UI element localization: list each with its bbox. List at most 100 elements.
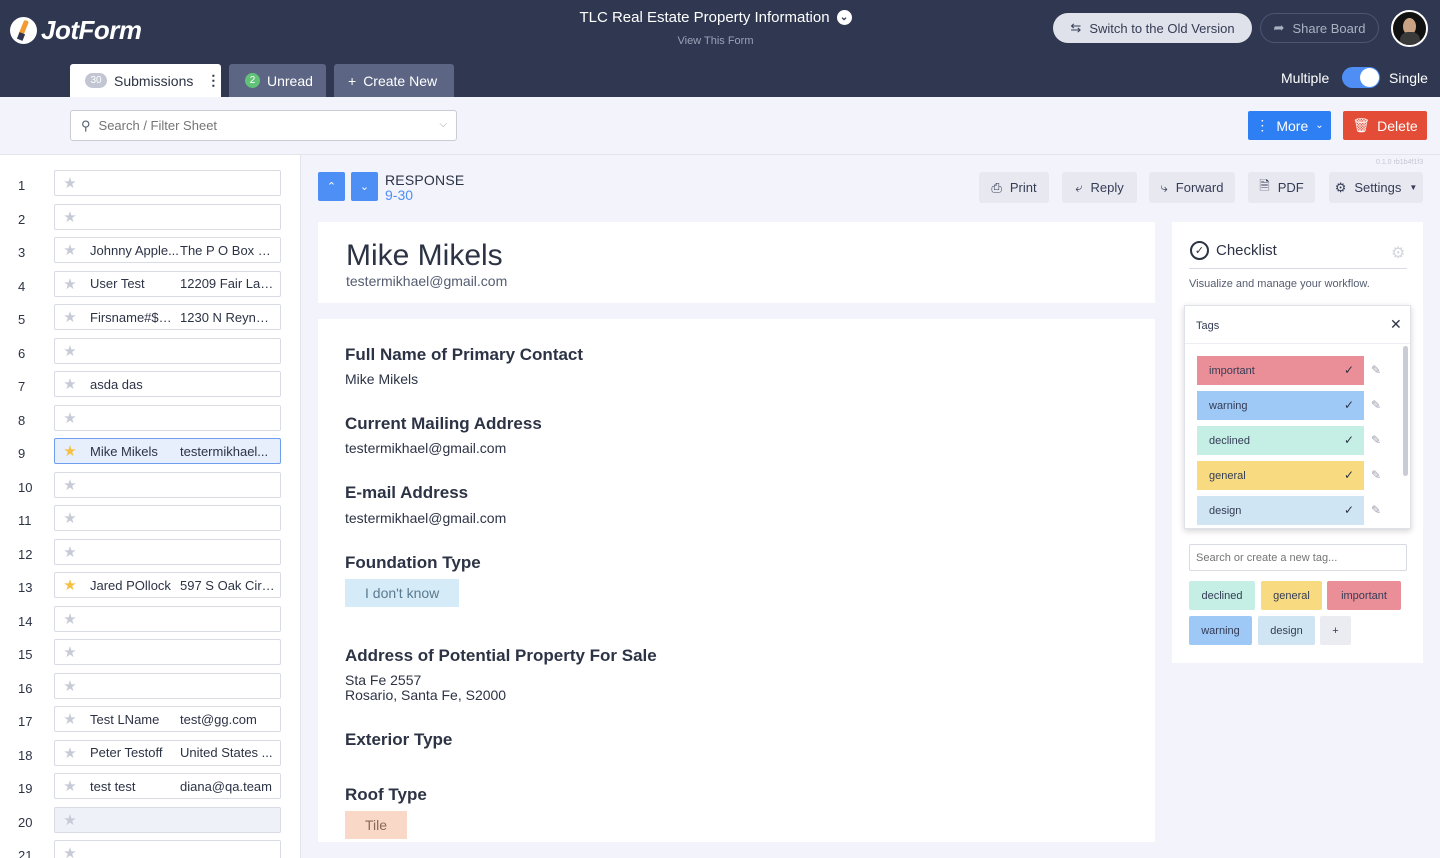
pdf-button[interactable]: 🗎 PDF <box>1248 172 1315 203</box>
table-row[interactable]: 10 ★ <box>0 471 300 504</box>
star-icon[interactable]: ★ <box>55 375 85 393</box>
tag-pill-important[interactable]: important <box>1327 581 1401 610</box>
share-board-button[interactable]: ➦ Share Board <box>1260 13 1379 43</box>
tag-search-input[interactable] <box>1196 551 1401 564</box>
table-row[interactable]: 19 ★ test test diana@qa.team <box>0 772 300 805</box>
table-row[interactable]: 17 ★ Test LName test@gg.com <box>0 705 300 738</box>
search-input[interactable] <box>98 118 419 133</box>
delete-button[interactable]: 🗑 Delete <box>1343 111 1427 140</box>
tag-option-general[interactable]: general ✓ <box>1197 461 1364 490</box>
row-cells[interactable]: ★ <box>54 170 281 196</box>
tag-option-important[interactable]: important ✓ <box>1197 356 1364 385</box>
print-button[interactable]: ⎙ Print <box>979 172 1049 203</box>
table-row[interactable]: 15 ★ <box>0 638 300 671</box>
star-icon[interactable]: ★ <box>55 208 85 226</box>
star-icon[interactable]: ★ <box>55 308 85 326</box>
pencil-icon[interactable]: ✎ <box>1371 363 1381 377</box>
row-cells[interactable]: ★ <box>54 404 281 431</box>
star-icon[interactable]: ★ <box>55 844 85 858</box>
star-icon[interactable]: ★ <box>55 811 85 829</box>
row-cells[interactable]: ★ <box>54 203 281 230</box>
star-icon[interactable]: ★ <box>55 677 85 695</box>
jotform-logo[interactable]: JotForm <box>10 15 142 46</box>
view-form-link[interactable]: View This Form <box>540 35 891 47</box>
tag-option-design[interactable]: design ✓ <box>1197 496 1364 525</box>
add-tag-button[interactable]: + <box>1320 616 1351 645</box>
tab-submissions[interactable]: 30 Submissions ⋮ <box>70 64 221 97</box>
search-filter[interactable]: ⚲ ⌵ <box>70 110 457 141</box>
row-cells[interactable]: ★ <box>54 672 281 699</box>
table-row[interactable]: 12 ★ <box>0 538 300 571</box>
star-icon[interactable]: ★ <box>55 342 85 360</box>
star-icon[interactable]: ★ <box>55 509 85 527</box>
row-cells[interactable]: ★ User Test 12209 Fair Lak... <box>54 270 281 297</box>
table-row[interactable]: 3 ★ Johnny Apple... The P O Box 1... <box>0 236 300 269</box>
row-cells[interactable]: ★ asda das <box>54 371 281 397</box>
star-icon[interactable]: ★ <box>55 643 85 661</box>
row-cells[interactable]: ★ <box>54 605 281 632</box>
pencil-icon[interactable]: ✎ <box>1371 503 1381 517</box>
close-icon[interactable]: ✕ <box>1390 316 1402 333</box>
row-cells[interactable]: ★ Mike Mikels testermikhael... <box>54 438 281 464</box>
pencil-icon[interactable]: ✎ <box>1371 398 1381 412</box>
row-cells[interactable]: ★ Firsname#$%... 1230 N Reynol... <box>54 304 281 330</box>
table-row[interactable]: 14 ★ <box>0 605 300 638</box>
user-avatar[interactable] <box>1391 10 1428 47</box>
single-view-label[interactable]: Single <box>1389 70 1428 86</box>
switch-old-version-button[interactable]: ⇆ Switch to the Old Version <box>1053 13 1252 43</box>
tag-search[interactable] <box>1189 544 1407 571</box>
forward-button[interactable]: ⤷ Forward <box>1149 172 1235 203</box>
next-response-button[interactable]: ⌄ <box>351 172 378 201</box>
table-row[interactable]: 4 ★ User Test 12209 Fair Lak... <box>0 270 300 303</box>
star-icon[interactable]: ★ <box>55 409 85 427</box>
pencil-icon[interactable]: ✎ <box>1371 433 1381 447</box>
form-title[interactable]: TLC Real Estate Property Information ⌄ <box>540 9 891 26</box>
row-cells[interactable]: ★ <box>54 806 281 833</box>
scrollbar[interactable] <box>1403 346 1408 476</box>
row-cells[interactable]: ★ <box>54 639 281 665</box>
star-icon[interactable]: ★ <box>55 241 85 259</box>
tab-create-new[interactable]: + Create New <box>334 64 454 97</box>
star-icon[interactable]: ★ <box>55 576 85 594</box>
star-icon[interactable]: ★ <box>55 275 85 293</box>
row-cells[interactable]: ★ <box>54 840 281 858</box>
star-icon[interactable]: ★ <box>55 744 85 762</box>
chevron-down-icon[interactable]: ⌄ <box>836 10 852 25</box>
row-cells[interactable]: ★ Peter Testoff United States ... <box>54 739 281 766</box>
row-cells[interactable]: ★ <box>54 471 281 498</box>
row-cells[interactable]: ★ Test LName test@gg.com <box>54 706 281 732</box>
row-cells[interactable]: ★ Johnny Apple... The P O Box 1... <box>54 237 281 263</box>
star-icon[interactable]: ★ <box>55 543 85 561</box>
kebab-menu-icon[interactable]: ⋮ <box>206 72 220 89</box>
row-cells[interactable]: ★ <box>54 505 281 531</box>
table-row[interactable]: 20 ★ <box>0 806 300 839</box>
star-icon[interactable]: ★ <box>55 476 85 494</box>
gear-icon[interactable]: ⚙ <box>1391 243 1405 263</box>
pencil-icon[interactable]: ✎ <box>1371 468 1381 482</box>
tab-unread[interactable]: 2 Unread <box>229 64 326 97</box>
star-icon[interactable]: ★ <box>55 610 85 628</box>
table-row[interactable]: 13 ★ Jared POllock 597 S Oak Cir ... <box>0 571 300 604</box>
tag-option-declined[interactable]: declined ✓ <box>1197 426 1364 455</box>
table-row[interactable]: 6 ★ <box>0 337 300 370</box>
tag-pill-warning[interactable]: warning <box>1189 616 1252 645</box>
star-icon[interactable]: ★ <box>55 174 85 192</box>
star-icon[interactable]: ★ <box>55 777 85 795</box>
table-row[interactable]: 16 ★ <box>0 672 300 705</box>
tag-pill-general[interactable]: general <box>1261 581 1322 610</box>
view-mode-toggle[interactable] <box>1342 67 1380 88</box>
star-icon[interactable]: ★ <box>55 442 85 460</box>
tag-pill-design[interactable]: design <box>1258 616 1315 645</box>
table-row[interactable]: 8 ★ <box>0 404 300 437</box>
reply-button[interactable]: ⤶ Reply <box>1062 172 1137 203</box>
settings-button[interactable]: ⚙ Settings ▼ <box>1329 172 1423 203</box>
star-icon[interactable]: ★ <box>55 710 85 728</box>
table-row[interactable]: 9 ★ Mike Mikels testermikhael... <box>0 437 300 470</box>
row-cells[interactable]: ★ test test diana@qa.team <box>54 773 281 799</box>
table-row[interactable]: 1 ★ <box>0 169 300 202</box>
table-row[interactable]: 11 ★ <box>0 504 300 537</box>
multiple-view-label[interactable]: Multiple <box>1281 70 1329 86</box>
table-row[interactable]: 7 ★ asda das <box>0 370 300 403</box>
row-cells[interactable]: ★ Jared POllock 597 S Oak Cir ... <box>54 572 281 598</box>
more-button[interactable]: ⋮ More ⌄ <box>1248 111 1331 140</box>
